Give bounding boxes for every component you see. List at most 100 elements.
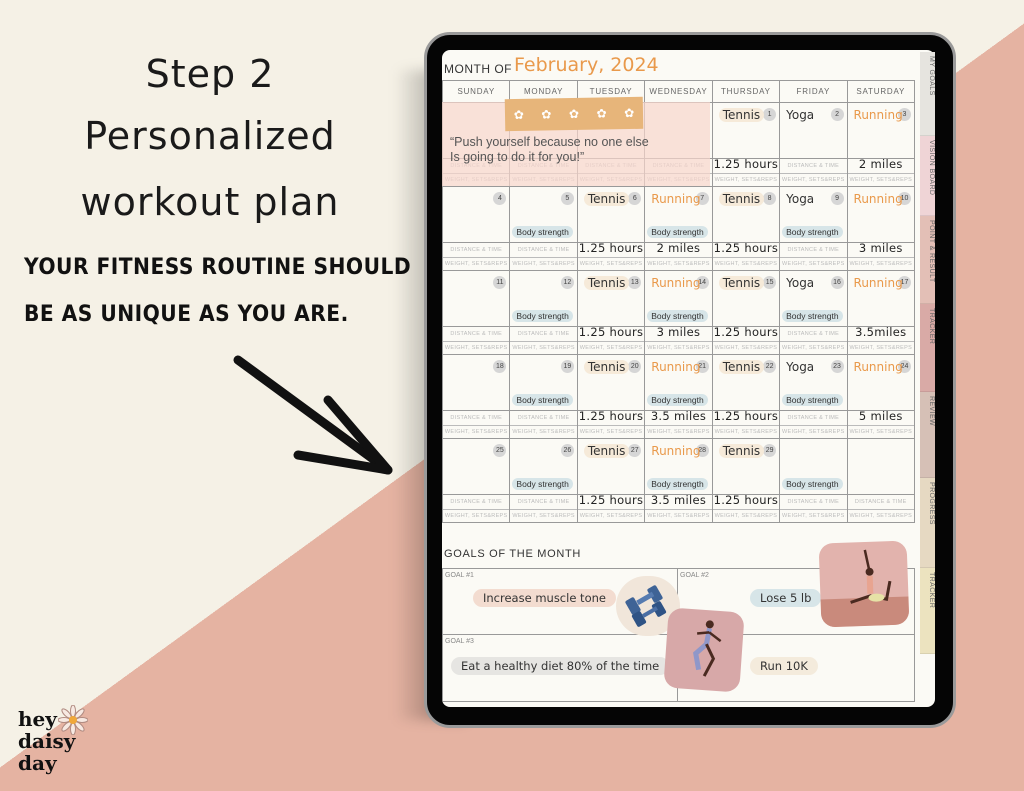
distance-time-field[interactable]: DISTANCE & TIME3 miles bbox=[846, 241, 916, 258]
distance-time-field[interactable]: DISTANCE & TIME bbox=[779, 410, 848, 426]
distance-value[interactable]: 1.25 hours bbox=[713, 157, 779, 171]
activity-label[interactable]: Running bbox=[651, 444, 700, 458]
weight-sets-field[interactable]: WEIGHT, SETS&REPS bbox=[576, 341, 646, 355]
weight-sets-field[interactable]: WEIGHT, SETS&REPS bbox=[846, 341, 916, 355]
distance-time-field[interactable]: DISTANCE & TIME bbox=[509, 242, 578, 258]
distance-time-field[interactable]: DISTANCE & TIME1.25 hours bbox=[576, 493, 646, 510]
distance-time-field[interactable]: DISTANCE & TIME bbox=[846, 494, 916, 510]
weight-sets-field[interactable]: WEIGHT, SETS&REPS bbox=[846, 425, 916, 439]
weight-sets-field[interactable]: WEIGHT, SETS&REPS bbox=[442, 341, 511, 355]
weight-sets-field[interactable]: WEIGHT, SETS&REPS bbox=[711, 425, 781, 439]
weight-sets-field[interactable]: WEIGHT, SETS&REPS bbox=[576, 425, 646, 439]
weight-sets-field[interactable]: WEIGHT, SETS&REPS bbox=[644, 509, 713, 523]
activity-label[interactable]: Tennis bbox=[583, 276, 630, 290]
strength-tag[interactable]: Body strength bbox=[782, 310, 843, 322]
weight-sets-field[interactable]: WEIGHT, SETS&REPS bbox=[779, 425, 848, 439]
strength-tag[interactable]: Body strength bbox=[782, 226, 843, 238]
activity-label[interactable]: Yoga bbox=[786, 276, 814, 290]
distance-value[interactable]: 5 miles bbox=[848, 409, 914, 423]
weight-sets-field[interactable]: WEIGHT, SETS&REPS bbox=[779, 341, 848, 355]
strength-tag[interactable]: Body strength bbox=[647, 310, 708, 322]
distance-time-field[interactable]: DISTANCE & TIME3.5 miles bbox=[644, 409, 713, 426]
weight-sets-field[interactable]: WEIGHT, SETS&REPS bbox=[846, 257, 916, 271]
distance-time-field[interactable]: DISTANCE & TIME1.25 hours bbox=[711, 325, 781, 342]
day-cell[interactable]: 27 Tennis bbox=[576, 438, 646, 495]
day-cell[interactable]: 23 Yoga Body strength bbox=[779, 354, 848, 411]
weight-sets-field[interactable]: WEIGHT, SETS&REPS bbox=[509, 425, 578, 439]
strength-tag[interactable]: Body strength bbox=[512, 310, 573, 322]
distance-time-field[interactable]: DISTANCE & TIME1.25 hours bbox=[711, 157, 781, 174]
distance-time-field[interactable]: DISTANCE & TIME3.5miles bbox=[846, 325, 916, 342]
day-cell[interactable]: 13 Tennis bbox=[576, 270, 646, 327]
day-cell[interactable]: 5 Body strength bbox=[509, 186, 578, 243]
activity-label[interactable]: Yoga bbox=[786, 108, 814, 122]
distance-value[interactable]: 1.25 hours bbox=[578, 241, 644, 255]
distance-value[interactable]: 1.25 hours bbox=[713, 493, 779, 507]
distance-value[interactable]: 1.25 hours bbox=[578, 409, 644, 423]
day-cell[interactable]: 28 Running Body strength bbox=[644, 438, 713, 495]
side-tab[interactable]: VISION BOARD bbox=[920, 136, 935, 216]
distance-time-field[interactable]: DISTANCE & TIME bbox=[442, 410, 511, 426]
day-cell[interactable]: 9 Yoga Body strength bbox=[779, 186, 848, 243]
weight-sets-field[interactable]: WEIGHT, SETS&REPS bbox=[442, 509, 511, 523]
activity-label[interactable]: Running bbox=[854, 192, 903, 206]
activity-label[interactable]: Tennis bbox=[718, 276, 765, 290]
distance-value[interactable]: 3.5miles bbox=[848, 325, 914, 339]
strength-tag[interactable]: Body strength bbox=[782, 478, 843, 490]
weight-sets-field[interactable]: WEIGHT, SETS&REPS bbox=[846, 173, 916, 187]
strength-tag[interactable]: Body strength bbox=[512, 394, 573, 406]
weight-sets-field[interactable]: WEIGHT, SETS&REPS bbox=[711, 173, 781, 187]
weight-sets-field[interactable]: WEIGHT, SETS&REPS bbox=[576, 509, 646, 523]
weight-sets-field[interactable]: WEIGHT, SETS&REPS bbox=[779, 257, 848, 271]
day-cell[interactable]: 20 Tennis bbox=[576, 354, 646, 411]
side-tab[interactable]: POINT & RESULT bbox=[920, 216, 935, 304]
distance-value[interactable]: 1.25 hours bbox=[578, 325, 644, 339]
distance-time-field[interactable]: DISTANCE & TIME2 miles bbox=[846, 157, 916, 174]
distance-time-field[interactable]: DISTANCE & TIME bbox=[779, 326, 848, 342]
distance-time-field[interactable]: DISTANCE & TIME bbox=[509, 410, 578, 426]
distance-value[interactable]: 1.25 hours bbox=[578, 493, 644, 507]
distance-time-field[interactable]: DISTANCE & TIME3.5 miles bbox=[644, 493, 713, 510]
goal-text[interactable]: Lose 5 lb bbox=[750, 589, 822, 607]
distance-value[interactable]: 1.25 hours bbox=[713, 325, 779, 339]
day-cell[interactable]: 14 Running Body strength bbox=[644, 270, 713, 327]
weight-sets-field[interactable]: WEIGHT, SETS&REPS bbox=[442, 425, 511, 439]
day-cell[interactable]: 25 bbox=[442, 438, 511, 495]
distance-time-field[interactable]: DISTANCE & TIME1.25 hours bbox=[711, 241, 781, 258]
activity-label[interactable]: Tennis bbox=[718, 108, 765, 122]
distance-value[interactable]: 1.25 hours bbox=[713, 409, 779, 423]
activity-label[interactable]: Yoga bbox=[786, 360, 814, 374]
activity-label[interactable]: Running bbox=[854, 108, 903, 122]
day-cell[interactable]: 10 Running bbox=[846, 186, 916, 243]
strength-tag[interactable]: Body strength bbox=[512, 478, 573, 490]
activity-label[interactable]: Running bbox=[651, 192, 700, 206]
weight-sets-field[interactable]: WEIGHT, SETS&REPS bbox=[644, 341, 713, 355]
weight-sets-field[interactable]: WEIGHT, SETS&REPS bbox=[711, 257, 781, 271]
day-cell[interactable]: 17 Running bbox=[846, 270, 916, 327]
activity-label[interactable]: Tennis bbox=[718, 192, 765, 206]
distance-time-field[interactable]: DISTANCE & TIME bbox=[442, 242, 511, 258]
weight-sets-field[interactable]: WEIGHT, SETS&REPS bbox=[711, 509, 781, 523]
weight-sets-field[interactable]: WEIGHT, SETS&REPS bbox=[576, 257, 646, 271]
strength-tag[interactable]: Body strength bbox=[782, 394, 843, 406]
day-cell[interactable]: Body strength bbox=[779, 438, 848, 495]
day-cell[interactable]: 3 Running bbox=[846, 102, 916, 159]
activity-label[interactable]: Tennis bbox=[583, 192, 630, 206]
day-cell[interactable]: 19 Body strength bbox=[509, 354, 578, 411]
day-cell[interactable]: 7 Running Body strength bbox=[644, 186, 713, 243]
weight-sets-field[interactable]: WEIGHT, SETS&REPS bbox=[779, 173, 848, 187]
day-cell[interactable]: 24 Running bbox=[846, 354, 916, 411]
day-cell[interactable]: 16 Yoga Body strength bbox=[779, 270, 848, 327]
side-tab[interactable]: REVIEW bbox=[920, 392, 935, 478]
distance-time-field[interactable]: DISTANCE & TIME bbox=[442, 494, 511, 510]
activity-label[interactable]: Tennis bbox=[718, 360, 765, 374]
side-tab[interactable]: TRACKER bbox=[920, 568, 935, 654]
distance-time-field[interactable]: DISTANCE & TIME bbox=[779, 242, 848, 258]
day-cell[interactable]: 2 Yoga bbox=[779, 102, 848, 159]
distance-time-field[interactable]: DISTANCE & TIME1.25 hours bbox=[711, 493, 781, 510]
day-cell[interactable]: 21 Running Body strength bbox=[644, 354, 713, 411]
distance-time-field[interactable]: DISTANCE & TIME bbox=[509, 326, 578, 342]
goal-text[interactable]: Run 10K bbox=[750, 657, 818, 675]
day-cell[interactable]: 4 bbox=[442, 186, 511, 243]
day-cell[interactable]: 8 Tennis bbox=[711, 186, 781, 243]
